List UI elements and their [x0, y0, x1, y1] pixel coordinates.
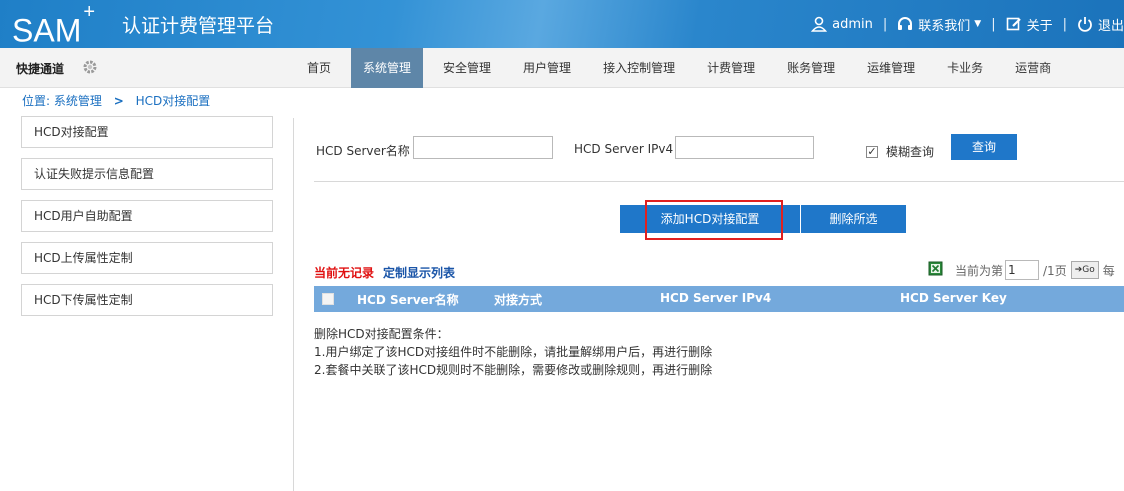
edit-icon [1006, 16, 1022, 32]
divider: | [1062, 16, 1067, 32]
query-button[interactable]: 查询 [951, 134, 1017, 160]
column-header-server-name[interactable]: HCD Server名称 [357, 291, 459, 308]
fuzzy-query-label: 模糊查询 [886, 145, 935, 159]
headset-icon [897, 16, 913, 32]
nav-tab[interactable]: 计费管理 [695, 48, 767, 88]
column-header-key[interactable]: HCD Server Key [900, 291, 1007, 305]
sidebar-item[interactable]: HCD上传属性定制 [21, 242, 273, 274]
nav-tab[interactable]: 用户管理 [511, 48, 583, 88]
chevron-down-icon: ▼ [974, 19, 982, 29]
nav-tab[interactable]: 卡业务 [935, 48, 995, 88]
select-all-checkbox[interactable] [322, 293, 334, 305]
sidebar: HCD对接配置 认证失败提示信息配置 HCD用户自助配置 HCD上传属性定制 HCD下传… [21, 116, 273, 326]
nav-tab[interactable]: 首页 [295, 48, 343, 88]
sidebar-item[interactable]: HCD用户自助配置 [21, 200, 273, 232]
divider: | [991, 16, 996, 32]
pager-total: /1页 [1043, 263, 1067, 278]
about-link[interactable]: 关于 [1027, 15, 1053, 34]
breadcrumb: 位置: 系统管理 > HCD对接配置 [22, 92, 210, 109]
nav-tabs: 首页 系统管理 安全管理 用户管理 接入控制管理 计费管理 账务管理 运维管理 卡业务 运营商 [295, 48, 1071, 88]
username-link[interactable]: admin [832, 17, 873, 32]
nav-tab[interactable]: 接入控制管理 [591, 48, 687, 88]
top-links: admin | 联系我们 ▼ | 关于 | 退出 [810, 13, 1124, 35]
sidebar-item[interactable]: HCD对接配置 [21, 116, 273, 148]
quick-access-label: 快捷通道 [16, 62, 65, 76]
pager-per: 每 [1102, 263, 1115, 278]
logo: SAM+ [12, 1, 96, 48]
app-header: SAM+ 认证计费管理平台 admin | 联系我们 ▼ | 关于 | 退出 [0, 0, 1124, 48]
table-header: HCD Server名称 对接方式 HCD Server IPv4 HCD Se… [314, 286, 1124, 312]
notes-title: 删除HCD对接配置条件： [314, 327, 449, 341]
custom-columns-link[interactable]: 定制显示列表 [383, 264, 455, 281]
nav-tab[interactable]: 运营商 [1003, 48, 1063, 88]
main-nav: 快捷通道 首页 系统管理 安全管理 用户管理 接入控制管理 计费管理 账务管理 运维管理 卡业务… [0, 48, 1124, 88]
excel-export-icon[interactable] [928, 261, 943, 279]
sidebar-item[interactable]: HCD下传属性定制 [21, 284, 273, 316]
nav-tab[interactable]: 系统管理 [351, 48, 424, 88]
delete-conditions-notes: 删除HCD对接配置条件： 1.用户绑定了该HCD对接组件时不能删除，请批量解绑用… [314, 325, 712, 379]
nav-tab[interactable]: 安全管理 [431, 48, 503, 88]
go-button[interactable]: ➔Go [1070, 261, 1099, 279]
power-icon [1077, 16, 1093, 32]
column-header-ipv4[interactable]: HCD Server IPv4 [660, 291, 771, 305]
content-divider [293, 118, 294, 491]
pager: 当前为第 1 /1页 ➔Go 每 [928, 260, 1115, 280]
platform-title: 认证计费管理平台 [122, 15, 275, 37]
logout-link[interactable]: 退出 [1098, 15, 1124, 34]
search-divider [314, 181, 1124, 182]
server-ip-label: HCD Server IPv4 [574, 142, 674, 156]
breadcrumb-separator: > [113, 94, 124, 108]
server-name-input[interactable] [413, 136, 553, 159]
highlight-box [645, 200, 783, 240]
user-icon [810, 16, 828, 32]
breadcrumb-prefix: 位置: [22, 94, 51, 108]
breadcrumb-current: HCD对接配置 [135, 94, 211, 108]
notes-line: 1.用户绑定了该HCD对接组件时不能删除，请批量解绑用户后，再进行删除 [314, 345, 713, 359]
page-number-input[interactable]: 1 [1005, 260, 1040, 280]
column-header-mode[interactable]: 对接方式 [494, 291, 542, 308]
notes-line: 2.套餐中关联了该HCD规则时不能删除，需要修改或删除规则，再进行删除 [314, 363, 713, 377]
gear-icon[interactable] [82, 59, 98, 78]
delete-selected-button[interactable]: 删除所选 [801, 205, 906, 233]
server-ip-input[interactable] [675, 136, 814, 159]
breadcrumb-section[interactable]: 系统管理 [54, 94, 102, 108]
nav-tab[interactable]: 账务管理 [775, 48, 847, 88]
contact-link[interactable]: 联系我们 [918, 15, 970, 34]
no-records-label: 当前无记录 [314, 266, 375, 280]
nav-tab[interactable]: 运维管理 [855, 48, 927, 88]
divider: | [882, 16, 888, 32]
fuzzy-query-checkbox[interactable]: ✓ [866, 146, 878, 158]
pager-prefix: 当前为第 [955, 263, 1004, 278]
server-name-label: HCD Server名称 [316, 144, 410, 158]
sidebar-item[interactable]: 认证失败提示信息配置 [21, 158, 273, 190]
